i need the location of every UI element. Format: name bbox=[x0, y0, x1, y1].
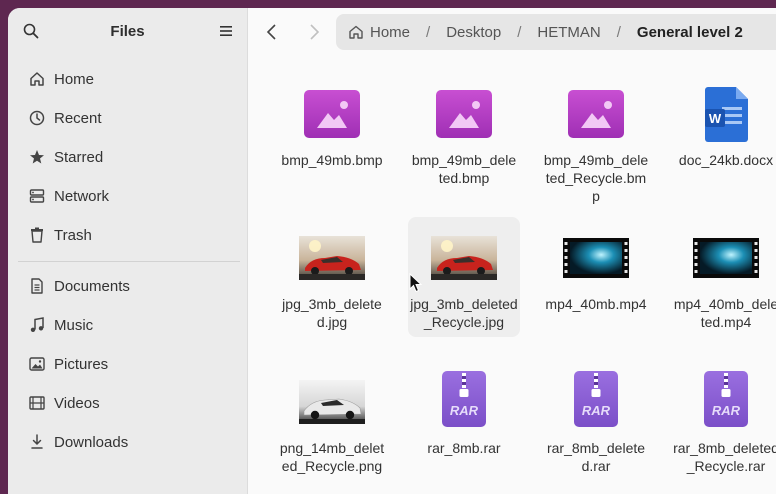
rar-label: RAR bbox=[712, 403, 741, 418]
breadcrumb-home[interactable]: Home bbox=[348, 24, 410, 41]
file-item[interactable]: jpg_3mb_deleted.jpg bbox=[276, 230, 388, 331]
mouse-cursor-icon bbox=[409, 273, 423, 293]
sidebar-item-documents[interactable]: Documents bbox=[14, 269, 240, 303]
download-icon bbox=[31, 434, 43, 449]
image-file-icon bbox=[540, 86, 652, 142]
rar-label: RAR bbox=[450, 403, 479, 418]
photo-thumbnail bbox=[408, 230, 520, 286]
file-item[interactable]: RAR rar_8mb.rar bbox=[408, 368, 520, 457]
sidebar-item-home[interactable]: Home bbox=[14, 62, 240, 96]
breadcrumb-separator: / bbox=[426, 23, 431, 41]
file-name: doc_24kb.docx bbox=[678, 152, 774, 168]
file-name: rar_8mb_deleted.rar bbox=[546, 440, 646, 474]
back-button[interactable] bbox=[260, 20, 284, 44]
chevron-right-icon bbox=[310, 24, 320, 40]
breadcrumb-label: Home bbox=[370, 23, 411, 41]
breadcrumb-separator: / bbox=[616, 23, 621, 41]
file-name: bmp_49mb_deleted.bmp bbox=[411, 152, 517, 186]
star-icon bbox=[30, 150, 44, 164]
sidebar-item-label: Home bbox=[54, 70, 95, 88]
sidebar-item-label: Documents bbox=[54, 277, 130, 295]
breadcrumb-current-folder[interactable]: General level 2 bbox=[637, 24, 743, 41]
file-name: mp4_40mb_deleted.mp4 bbox=[673, 296, 776, 330]
file-item[interactable]: RAR rar_8mb_deleted.rar bbox=[540, 368, 652, 475]
sidebar-item-label: Network bbox=[54, 187, 110, 205]
sidebar-item-music[interactable]: Music bbox=[14, 308, 240, 342]
rar-archive-icon: RAR bbox=[670, 368, 776, 430]
sidebar-item-trash[interactable]: Trash bbox=[14, 218, 240, 252]
sidebar-item-network[interactable]: Network bbox=[14, 179, 240, 213]
sidebar-item-pictures[interactable]: Pictures bbox=[14, 347, 240, 381]
rar-label: RAR bbox=[582, 403, 611, 418]
picture-icon bbox=[29, 357, 45, 371]
trash-icon bbox=[31, 227, 43, 243]
breadcrumb-separator: / bbox=[517, 23, 522, 41]
main-content: Home / Desktop / HETMAN / General level … bbox=[248, 8, 776, 494]
word-letter: W bbox=[709, 111, 722, 126]
clock-icon bbox=[29, 110, 45, 126]
file-name: jpg_3mb_deleted_Recycle.jpg bbox=[410, 296, 518, 330]
file-item[interactable]: bmp_49mb.bmp bbox=[276, 86, 388, 169]
file-name: rar_8mb_deleted_Recycle.rar bbox=[673, 440, 776, 474]
rar-archive-icon: RAR bbox=[540, 368, 652, 430]
word-document-icon: W bbox=[670, 86, 776, 142]
photo-thumbnail bbox=[276, 230, 388, 286]
image-file-icon bbox=[276, 86, 388, 142]
sidebar-item-starred[interactable]: Starred bbox=[14, 140, 240, 174]
file-item[interactable]: mp4_40mb_deleted.mp4 bbox=[670, 230, 776, 331]
file-item[interactable]: W doc_24kb.docx bbox=[670, 86, 776, 169]
file-item[interactable]: png_14mb_deleted_Recycle.png bbox=[276, 374, 388, 475]
sidebar-item-downloads[interactable]: Downloads bbox=[14, 425, 240, 459]
music-icon bbox=[30, 317, 44, 332]
photo-thumbnail bbox=[276, 374, 388, 430]
file-item[interactable]: bmp_49mb_deleted_Recycle.bmp bbox=[540, 86, 652, 205]
file-name: bmp_49mb.bmp bbox=[281, 152, 383, 168]
file-name: png_14mb_deleted_Recycle.png bbox=[279, 440, 385, 474]
chevron-left-icon bbox=[266, 24, 276, 40]
path-bar: Home / Desktop / HETMAN / General level … bbox=[336, 14, 776, 50]
sidebar-item-label: Trash bbox=[54, 226, 92, 244]
sidebar-item-label: Starred bbox=[54, 148, 104, 166]
home-icon bbox=[30, 72, 44, 86]
sidebar-header: Files bbox=[8, 8, 247, 54]
network-icon bbox=[29, 189, 45, 203]
sidebar-item-label: Music bbox=[54, 316, 94, 334]
files-window: Files Home Recent Starred Network Trash bbox=[8, 8, 776, 494]
app-title: Files bbox=[110, 23, 145, 40]
sidebar-item-videos[interactable]: Videos bbox=[14, 386, 240, 420]
sidebar: Files Home Recent Starred Network Trash bbox=[8, 8, 248, 494]
sidebar-item-label: Videos bbox=[54, 394, 100, 412]
file-name: rar_8mb.rar bbox=[427, 440, 501, 456]
sidebar-item-label: Pictures bbox=[54, 355, 109, 373]
sidebar-item-label: Downloads bbox=[54, 433, 129, 451]
home-icon bbox=[349, 25, 363, 39]
file-name: mp4_40mb.mp4 bbox=[545, 296, 647, 312]
video-thumbnail bbox=[670, 230, 776, 286]
file-name: bmp_49mb_deleted_Recycle.bmp bbox=[543, 152, 649, 204]
file-item[interactable]: bmp_49mb_deleted.bmp bbox=[408, 86, 520, 187]
file-item[interactable]: RAR rar_8mb_deleted_Recycle.rar bbox=[670, 368, 776, 475]
file-item-hovered[interactable]: jpg_3mb_deleted_Recycle.jpg bbox=[408, 217, 520, 337]
forward-button[interactable] bbox=[302, 20, 326, 44]
breadcrumb-desktop[interactable]: Desktop bbox=[446, 24, 501, 41]
breadcrumb-hetman[interactable]: HETMAN bbox=[537, 24, 600, 41]
rar-archive-icon: RAR bbox=[408, 368, 520, 430]
document-icon bbox=[31, 278, 43, 294]
film-icon bbox=[29, 396, 45, 410]
sidebar-divider bbox=[18, 261, 240, 262]
video-thumbnail bbox=[540, 230, 652, 286]
sidebar-item-recent[interactable]: Recent bbox=[14, 101, 240, 135]
file-item[interactable]: mp4_40mb.mp4 bbox=[540, 230, 652, 313]
hamburger-menu-icon[interactable] bbox=[219, 24, 233, 42]
sidebar-item-label: Recent bbox=[54, 109, 102, 127]
file-name: jpg_3mb_deleted.jpg bbox=[282, 296, 382, 330]
image-file-icon bbox=[408, 86, 520, 142]
